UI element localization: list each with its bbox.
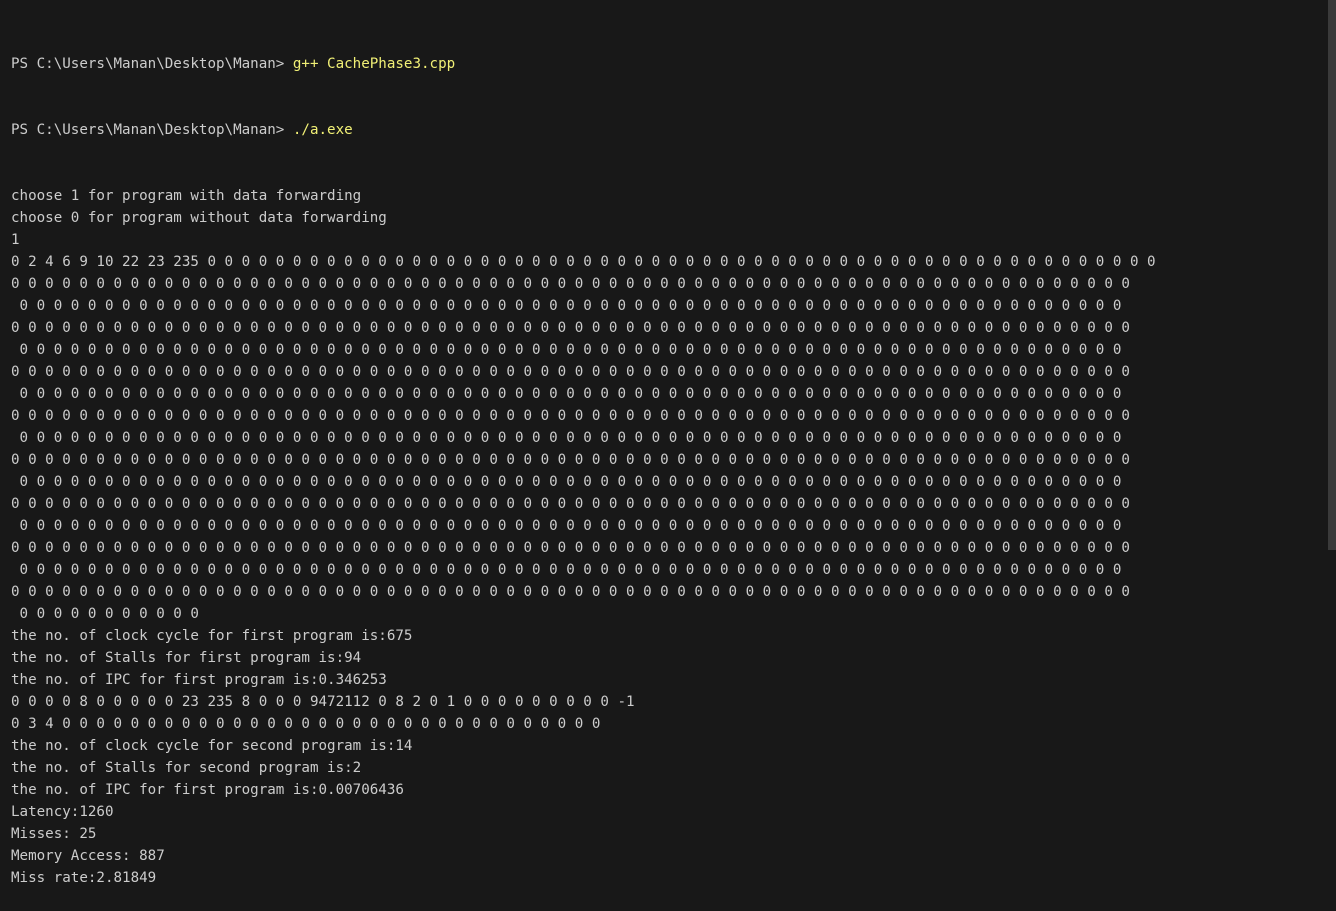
output-line: 1 [11, 232, 20, 248]
output-line: the no. of clock cycle for second progra… [11, 738, 413, 754]
output-line: 0 0 0 0 0 0 0 0 0 0 0 0 0 0 0 0 0 0 0 0 … [11, 540, 1130, 556]
output-line: 0 0 0 0 0 0 0 0 0 0 0 0 0 0 0 0 0 0 0 0 … [11, 364, 1130, 380]
output-line: 0 0 0 0 0 0 0 0 0 0 0 0 0 0 0 0 0 0 0 0 … [11, 562, 1122, 578]
vertical-scrollbar[interactable] [1328, 0, 1336, 550]
output-line: 0 0 0 0 0 0 0 0 0 0 0 0 0 0 0 0 0 0 0 0 … [11, 474, 1122, 490]
output-line: the no. of IPC for first program is:0.34… [11, 672, 387, 688]
terminal-output: choose 1 for program with data forwardin… [11, 185, 1336, 889]
output-line: Latency:1260 [11, 804, 114, 820]
command-text: g++ CachePhase3.cpp [292, 56, 456, 72]
output-line: 0 0 0 0 0 0 0 0 0 0 0 0 0 0 0 0 0 0 0 0 … [11, 496, 1130, 512]
output-line: 0 2 4 6 9 10 22 23 235 0 0 0 0 0 0 0 0 0… [11, 254, 1156, 270]
output-line: 0 0 0 0 0 0 0 0 0 0 0 0 0 0 0 0 0 0 0 0 … [11, 298, 1122, 314]
output-line: 0 0 0 0 0 0 0 0 0 0 0 [11, 606, 199, 622]
output-line: 0 3 4 0 0 0 0 0 0 0 0 0 0 0 0 0 0 0 0 0 … [11, 716, 601, 732]
prompt: PS C:\Users\Manan\Desktop\Manan> [11, 122, 293, 138]
prompt-line-1: PS C:\Users\Manan\Desktop\Manan> g++ Cac… [11, 53, 1336, 75]
output-line: choose 0 for program without data forwar… [11, 210, 387, 226]
output-line: 0 0 0 0 0 0 0 0 0 0 0 0 0 0 0 0 0 0 0 0 … [11, 408, 1130, 424]
output-line: the no. of clock cycle for first program… [11, 628, 413, 644]
output-line: Memory Access: 887 [11, 848, 165, 864]
output-line: 0 0 0 0 0 0 0 0 0 0 0 0 0 0 0 0 0 0 0 0 … [11, 342, 1122, 358]
output-line: 0 0 0 0 0 0 0 0 0 0 0 0 0 0 0 0 0 0 0 0 … [11, 276, 1130, 292]
output-line: 0 0 0 0 0 0 0 0 0 0 0 0 0 0 0 0 0 0 0 0 … [11, 452, 1130, 468]
prompt-line-2: PS C:\Users\Manan\Desktop\Manan> ./a.exe [11, 119, 1336, 141]
output-line: Miss rate:2.81849 [11, 870, 157, 886]
output-line: 0 0 0 0 0 0 0 0 0 0 0 0 0 0 0 0 0 0 0 0 … [11, 430, 1122, 446]
output-line: choose 1 for program with data forwardin… [11, 188, 362, 204]
terminal-window[interactable]: PS C:\Users\Manan\Desktop\Manan> g++ Cac… [0, 0, 1336, 886]
command-text: ./a.exe [292, 122, 353, 138]
output-line: 0 0 0 0 8 0 0 0 0 0 23 235 8 0 0 0 94721… [11, 694, 635, 710]
output-line: the no. of Stalls for second program is:… [11, 760, 362, 776]
output-line: Misses: 25 [11, 826, 97, 842]
output-line: 0 0 0 0 0 0 0 0 0 0 0 0 0 0 0 0 0 0 0 0 … [11, 518, 1122, 534]
output-line: 0 0 0 0 0 0 0 0 0 0 0 0 0 0 0 0 0 0 0 0 … [11, 386, 1122, 402]
output-line: the no. of Stalls for first program is:9… [11, 650, 362, 666]
output-line: 0 0 0 0 0 0 0 0 0 0 0 0 0 0 0 0 0 0 0 0 … [11, 584, 1130, 600]
output-line: 0 0 0 0 0 0 0 0 0 0 0 0 0 0 0 0 0 0 0 0 … [11, 320, 1130, 336]
prompt: PS C:\Users\Manan\Desktop\Manan> [11, 56, 293, 72]
output-line: the no. of IPC for first program is:0.00… [11, 782, 404, 798]
